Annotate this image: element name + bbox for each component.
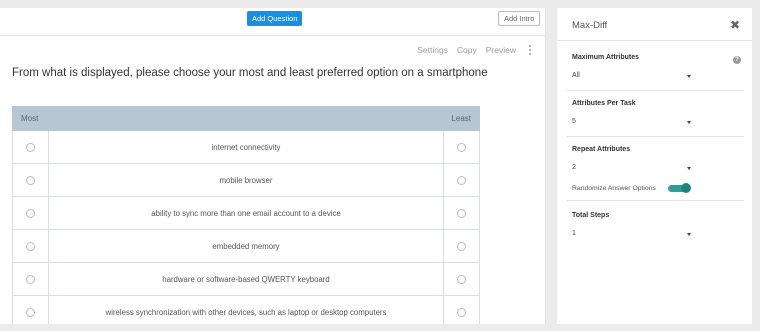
total-steps-label: Total Steps [572,212,610,219]
option-label: ability to sync more than one email acco… [151,208,341,218]
least-radio[interactable] [457,175,466,185]
repeat-attributes-select[interactable]: 2 [572,164,692,171]
most-radio[interactable] [26,208,35,218]
add-question-button[interactable]: Add Question [247,11,303,26]
option-label: wireless synchronization with other devi… [105,307,387,317]
chevron-down-icon[interactable] [687,75,691,78]
least-radio[interactable] [457,274,466,284]
least-radio[interactable] [457,307,466,317]
most-radio[interactable] [26,142,35,152]
chevron-down-icon[interactable] [687,233,691,236]
toggle-knob [681,183,691,193]
question-toolbar: Settings Copy Preview [417,45,531,55]
option-label: embedded memory [212,241,280,251]
most-radio[interactable] [26,175,35,185]
maxdiff-settings-panel: Max-Diff ✖ Maximum Attributes ? All Attr… [557,8,752,324]
question-text[interactable]: From what is displayed, please choose yo… [12,67,488,79]
max-attributes-select[interactable]: All [572,72,692,79]
preview-link[interactable]: Preview [486,45,516,55]
most-header: Most [21,114,39,123]
most-radio[interactable] [26,307,35,317]
settings-link[interactable]: Settings [417,45,448,55]
divider [567,200,744,201]
least-radio[interactable] [457,241,466,251]
repeat-attributes-label: Repeat Attributes [572,146,631,153]
divider [567,136,744,137]
option-label: mobile browser [219,175,273,185]
least-radio[interactable] [457,208,466,218]
more-options-icon[interactable] [529,45,531,55]
grid-header: Most Least [12,106,480,131]
close-icon[interactable]: ✖ [730,18,740,32]
divider [567,90,744,91]
option-label: internet connectivity [211,142,281,152]
total-steps-select[interactable]: 1 [572,230,692,237]
most-radio[interactable] [26,241,35,251]
add-intro-button[interactable]: Add Intro [498,11,541,26]
attributes-per-task-select[interactable]: 5 [572,118,692,125]
grid-row: internet connectivity [12,131,480,164]
survey-editor: Add Question Add Intro Settings Copy Pre… [0,8,546,324]
option-label: hardware or software-based QWERTY keyboa… [162,274,330,284]
editor-topbar: Add Question Add Intro [0,8,545,36]
least-header: Least [451,114,471,123]
panel-title: Max-Diff [572,20,608,31]
maxdiff-grid: Most Least internet connectivity mobile … [12,106,480,324]
chevron-down-icon[interactable] [687,167,691,170]
least-radio[interactable] [457,142,466,152]
chevron-down-icon[interactable] [687,121,691,124]
grid-row: wireless synchronization with other devi… [12,296,480,324]
randomize-toggle[interactable] [668,183,691,193]
grid-row: hardware or software-based QWERTY keyboa… [12,263,480,296]
help-icon[interactable]: ? [733,56,741,64]
grid-row: embedded memory [12,230,480,263]
attributes-per-task-label: Attributes Per Task [572,100,636,107]
copy-link[interactable]: Copy [457,45,477,55]
randomize-label: Randomize Answer Options [572,185,656,192]
most-radio[interactable] [26,274,35,284]
grid-row: mobile browser [12,164,480,197]
max-attributes-label: Maximum Attributes [572,54,640,61]
grid-row: ability to sync more than one email acco… [12,197,480,230]
panel-header: Max-Diff ✖ [557,8,752,41]
